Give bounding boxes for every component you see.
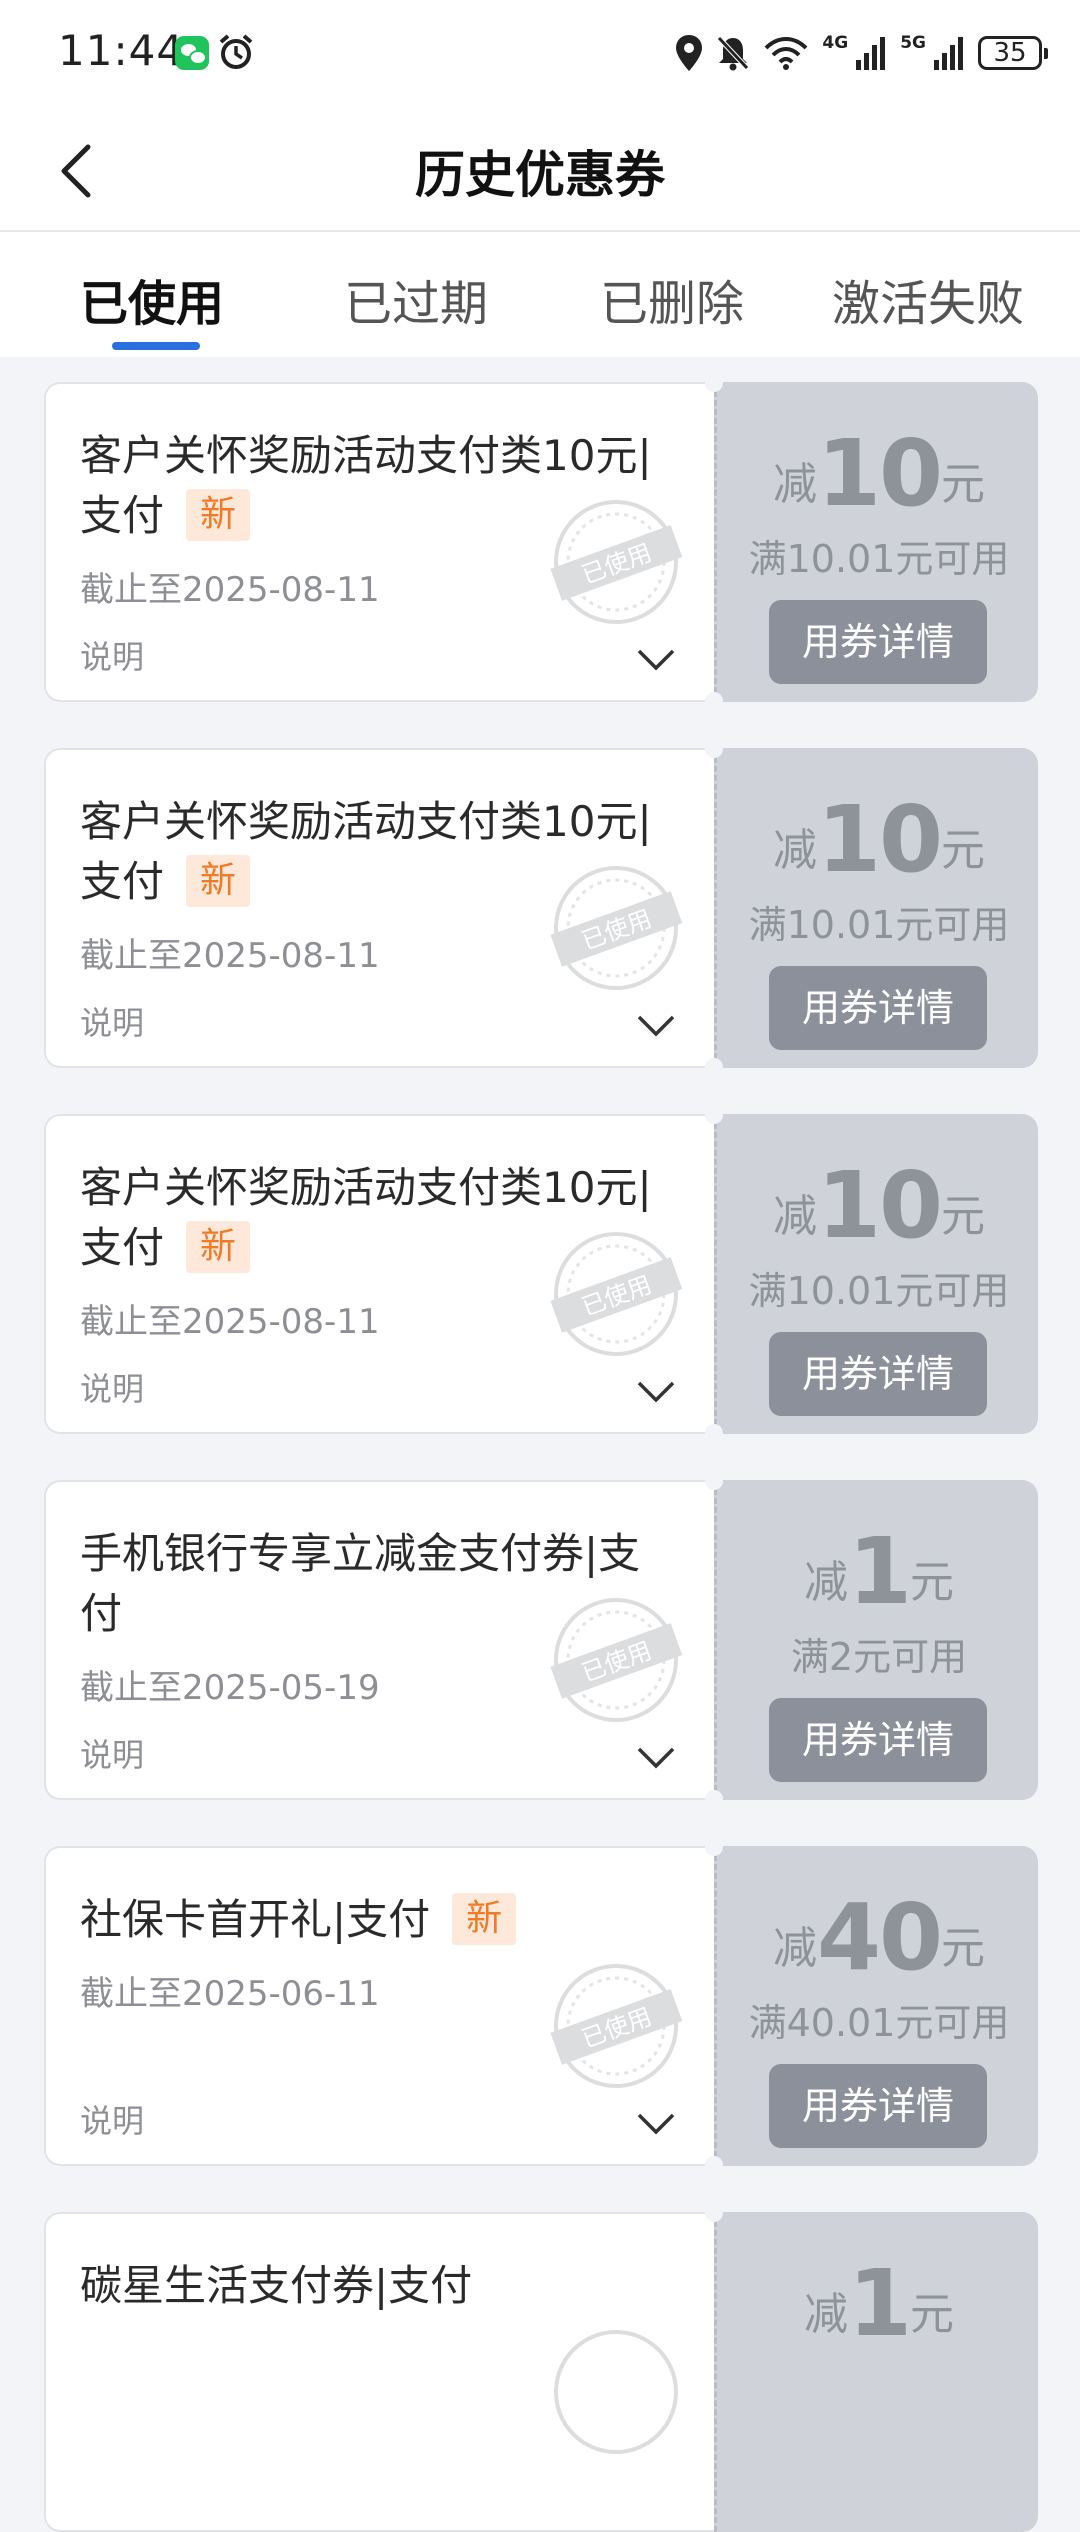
wechat-icon (175, 36, 209, 70)
coupon-card: 社保卡首开礼|支付新 截止至2025-06-11 说明 已使用 减40元 满40… (44, 1846, 1038, 2166)
coupon-detail-button[interactable]: 用券详情 (769, 966, 987, 1050)
signal-5g-icon (934, 37, 963, 70)
coupon-value-panel: 减10元 满10.01元可用 用券详情 (714, 748, 1038, 1068)
coupon-card: 手机银行专享立减金支付券|支付 截止至2025-05-19 说明 已使用 减1元… (44, 1480, 1038, 1800)
coupon-description-toggle[interactable]: 说明 (80, 1730, 144, 1776)
coupon-value-panel: 减10元 满10.01元可用 用券详情 (714, 1114, 1038, 1434)
location-icon (676, 35, 703, 71)
coupon-value-panel: 减1元 满2元可用 用券详情 (714, 1480, 1038, 1800)
coupon-expire-date: 截止至2025-08-11 (80, 1302, 380, 1342)
used-stamp-icon: 已使用 (550, 1232, 683, 1356)
coupon-amount: 减10元 (772, 420, 986, 527)
coupon-amount: 减10元 (772, 1152, 986, 1259)
coupon-card: 客户关怀奖励活动支付类10元|支付新 截止至2025-08-11 说明 已使用 … (44, 748, 1038, 1068)
new-badge: 新 (186, 1220, 251, 1273)
coupon-info: 碳星生活支付券|支付 (44, 2212, 714, 2532)
tab-deleted[interactable]: 已删除 (600, 264, 744, 334)
coupon-description-toggle[interactable]: 说明 (80, 1364, 144, 1410)
coupon-amount: 减1元 (803, 1518, 954, 1625)
coupon-card: 客户关怀奖励活动支付类10元|支付新 截止至2025-08-11 说明 已使用 … (44, 1114, 1038, 1434)
coupon-condition: 满10.01元可用 (748, 903, 1010, 947)
used-stamp-icon: 已使用 (550, 1964, 683, 2088)
coupon-card: 碳星生活支付券|支付 减1元 (44, 2212, 1038, 2532)
signal-4g-icon (856, 37, 886, 70)
used-stamp-icon (554, 2330, 678, 2454)
coupon-expire-date: 截止至2025-08-11 (80, 936, 380, 976)
coupon-value-panel: 减1元 (714, 2212, 1038, 2532)
coupon-amount: 减1元 (803, 2250, 954, 2357)
new-badge: 新 (186, 488, 251, 541)
coupon-value-panel: 减40元 满40.01元可用 用券详情 (714, 1846, 1038, 2166)
status-time: 11:44 (58, 26, 185, 75)
tab-activation-failed[interactable]: 激活失败 (832, 264, 1024, 334)
coupon-amount: 减10元 (772, 786, 986, 893)
coupon-expire-date: 截止至2025-08-11 (80, 570, 380, 610)
coupon-info: 客户关怀奖励活动支付类10元|支付新 截止至2025-08-11 说明 已使用 (44, 382, 714, 702)
coupon-card: 客户关怀奖励活动支付类10元|支付新 截止至2025-08-11 说明 已使用 … (44, 382, 1038, 702)
coupon-condition: 满10.01元可用 (748, 1269, 1010, 1313)
chevron-down-icon[interactable] (636, 648, 676, 672)
used-stamp-icon: 已使用 (550, 1598, 683, 1722)
coupon-condition: 满2元可用 (790, 1635, 968, 1679)
coupon-condition: 满40.01元可用 (748, 2001, 1010, 2045)
battery-indicator: 35 (978, 36, 1048, 70)
coupon-description-toggle[interactable]: 说明 (80, 632, 144, 678)
used-stamp-icon: 已使用 (550, 500, 683, 624)
tab-expired[interactable]: 已过期 (344, 264, 488, 334)
coupon-value-panel: 减10元 满10.01元可用 用券详情 (714, 382, 1038, 702)
coupon-detail-button[interactable]: 用券详情 (769, 1332, 987, 1416)
wifi-icon (764, 37, 808, 70)
page-title: 历史优惠券 (415, 146, 665, 204)
coupon-info: 客户关怀奖励活动支付类10元|支付新 截止至2025-08-11 说明 已使用 (44, 1114, 714, 1434)
alarm-clock-icon (219, 34, 253, 69)
signal-5g-label: 5G (900, 33, 926, 53)
coupon-title: 社保卡首开礼|支付新 (80, 1890, 660, 1950)
coupon-expire-date: 截止至2025-06-11 (80, 1974, 380, 2014)
coupon-amount: 减40元 (772, 1884, 986, 1991)
chevron-down-icon[interactable] (636, 1746, 676, 1770)
coupon-expire-date: 截止至2025-05-19 (80, 1668, 380, 1708)
coupon-description-toggle[interactable]: 说明 (80, 2096, 144, 2142)
used-stamp-icon: 已使用 (550, 866, 683, 990)
coupon-info: 社保卡首开礼|支付新 截止至2025-06-11 说明 已使用 (44, 1846, 714, 2166)
chevron-down-icon[interactable] (636, 1014, 676, 1038)
chevron-down-icon[interactable] (636, 2112, 676, 2136)
new-badge: 新 (186, 854, 251, 907)
coupon-condition: 满10.01元可用 (748, 537, 1010, 581)
active-tab-indicator (112, 342, 200, 350)
status-bar: 11:44 4G 5G 35 (0, 0, 1080, 105)
chevron-down-icon[interactable] (636, 1380, 676, 1404)
coupon-detail-button[interactable]: 用券详情 (769, 1698, 987, 1782)
coupon-title: 碳星生活支付券|支付 (80, 2261, 473, 2310)
page-header: 历史优惠券 (0, 105, 1080, 232)
coupon-info: 客户关怀奖励活动支付类10元|支付新 截止至2025-08-11 说明 已使用 (44, 748, 714, 1068)
coupon-detail-button[interactable]: 用券详情 (769, 2064, 987, 2148)
status-icons: 4G 5G 35 (676, 30, 1048, 76)
new-badge: 新 (452, 1892, 517, 1945)
signal-4g-label: 4G (822, 33, 849, 53)
coupon-detail-button[interactable]: 用券详情 (769, 600, 987, 684)
tab-used[interactable]: 已使用 (80, 264, 224, 334)
tab-bar: 已使用 已过期 已删除 激活失败 (0, 232, 1080, 357)
coupon-description-toggle[interactable]: 说明 (80, 998, 144, 1044)
coupon-info: 手机银行专享立减金支付券|支付 截止至2025-05-19 说明 已使用 (44, 1480, 714, 1800)
bell-off-icon (717, 36, 750, 71)
